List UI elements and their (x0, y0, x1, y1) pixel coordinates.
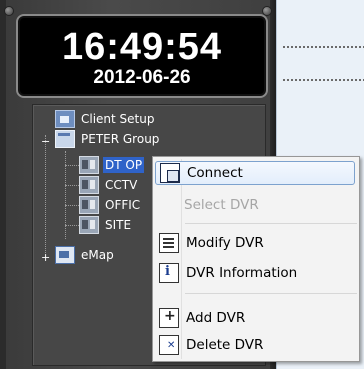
tree-item-label: Client Setup (81, 112, 155, 126)
clock-date: 2012-06-26 (93, 67, 191, 88)
tree-connector (45, 135, 46, 257)
dvr-info-icon (159, 263, 179, 283)
tree-connector (65, 185, 79, 186)
tree-item-label: OFFIC (105, 198, 141, 212)
context-menu: Connect Select DVR Modify DVR DVR Inform… (152, 156, 360, 362)
client-setup-icon (55, 110, 75, 128)
tree-connector (65, 205, 79, 206)
menu-item-select-dvr[interactable]: Select DVR (155, 193, 355, 217)
tree-item-cctv[interactable]: CCTV (79, 175, 139, 195)
menu-item-delete-dvr[interactable]: Delete DVR (155, 333, 355, 357)
menu-separator (185, 223, 357, 224)
digital-clock: 16:49:54 2012-06-26 (16, 14, 268, 98)
menu-separator (185, 293, 357, 294)
menu-icon-placeholder (159, 196, 177, 214)
dvr-icon (79, 176, 99, 194)
group-icon (55, 130, 75, 148)
dvr-icon (79, 216, 99, 234)
dotted-divider (283, 46, 364, 48)
menu-item-connect[interactable]: Connect (155, 161, 355, 185)
tree-item-label: CCTV (105, 178, 138, 192)
connect-icon (160, 163, 180, 183)
menu-item-add-dvr[interactable]: Add DVR (155, 306, 355, 330)
menu-item-label: Delete DVR (186, 337, 264, 353)
panel-left-rail (0, 0, 6, 369)
screw-icon (4, 6, 14, 16)
emap-icon (55, 246, 75, 264)
clock-time: 16:49:54 (61, 26, 223, 68)
dotted-divider (283, 79, 364, 81)
tree-item-peter-group[interactable]: PETER Group (55, 129, 161, 149)
add-dvr-icon (159, 308, 179, 328)
tree-item-label: eMap (81, 248, 114, 262)
tree-connector (65, 225, 79, 226)
delete-dvr-icon (159, 335, 179, 355)
tree-item-site[interactable]: SITE (79, 215, 133, 235)
dvr-icon (79, 156, 99, 174)
tree-item-offic[interactable]: OFFIC (79, 195, 142, 215)
menu-item-label: DVR Information (186, 265, 298, 281)
menu-item-dvr-information[interactable]: DVR Information (155, 261, 355, 285)
menu-item-label: Add DVR (186, 310, 246, 326)
menu-item-label: Connect (187, 165, 243, 181)
menu-item-label: Select DVR (184, 197, 259, 213)
modify-dvr-icon (159, 233, 179, 253)
tree-item-client-setup[interactable]: Client Setup (55, 109, 156, 129)
collapse-icon[interactable]: − (41, 136, 50, 147)
tree-item-dt-op[interactable]: DT OP (79, 155, 145, 175)
tree-connector (65, 165, 79, 166)
expand-icon[interactable]: + (41, 252, 50, 263)
menu-item-label: Modify DVR (186, 235, 264, 251)
tree-item-label: SITE (105, 218, 132, 232)
tree-item-label: DT OP (103, 157, 145, 173)
dvr-icon (79, 196, 99, 214)
tree-item-emap[interactable]: eMap (55, 245, 116, 265)
menu-item-modify-dvr[interactable]: Modify DVR (155, 231, 355, 255)
tree-item-label: PETER Group (81, 132, 160, 146)
